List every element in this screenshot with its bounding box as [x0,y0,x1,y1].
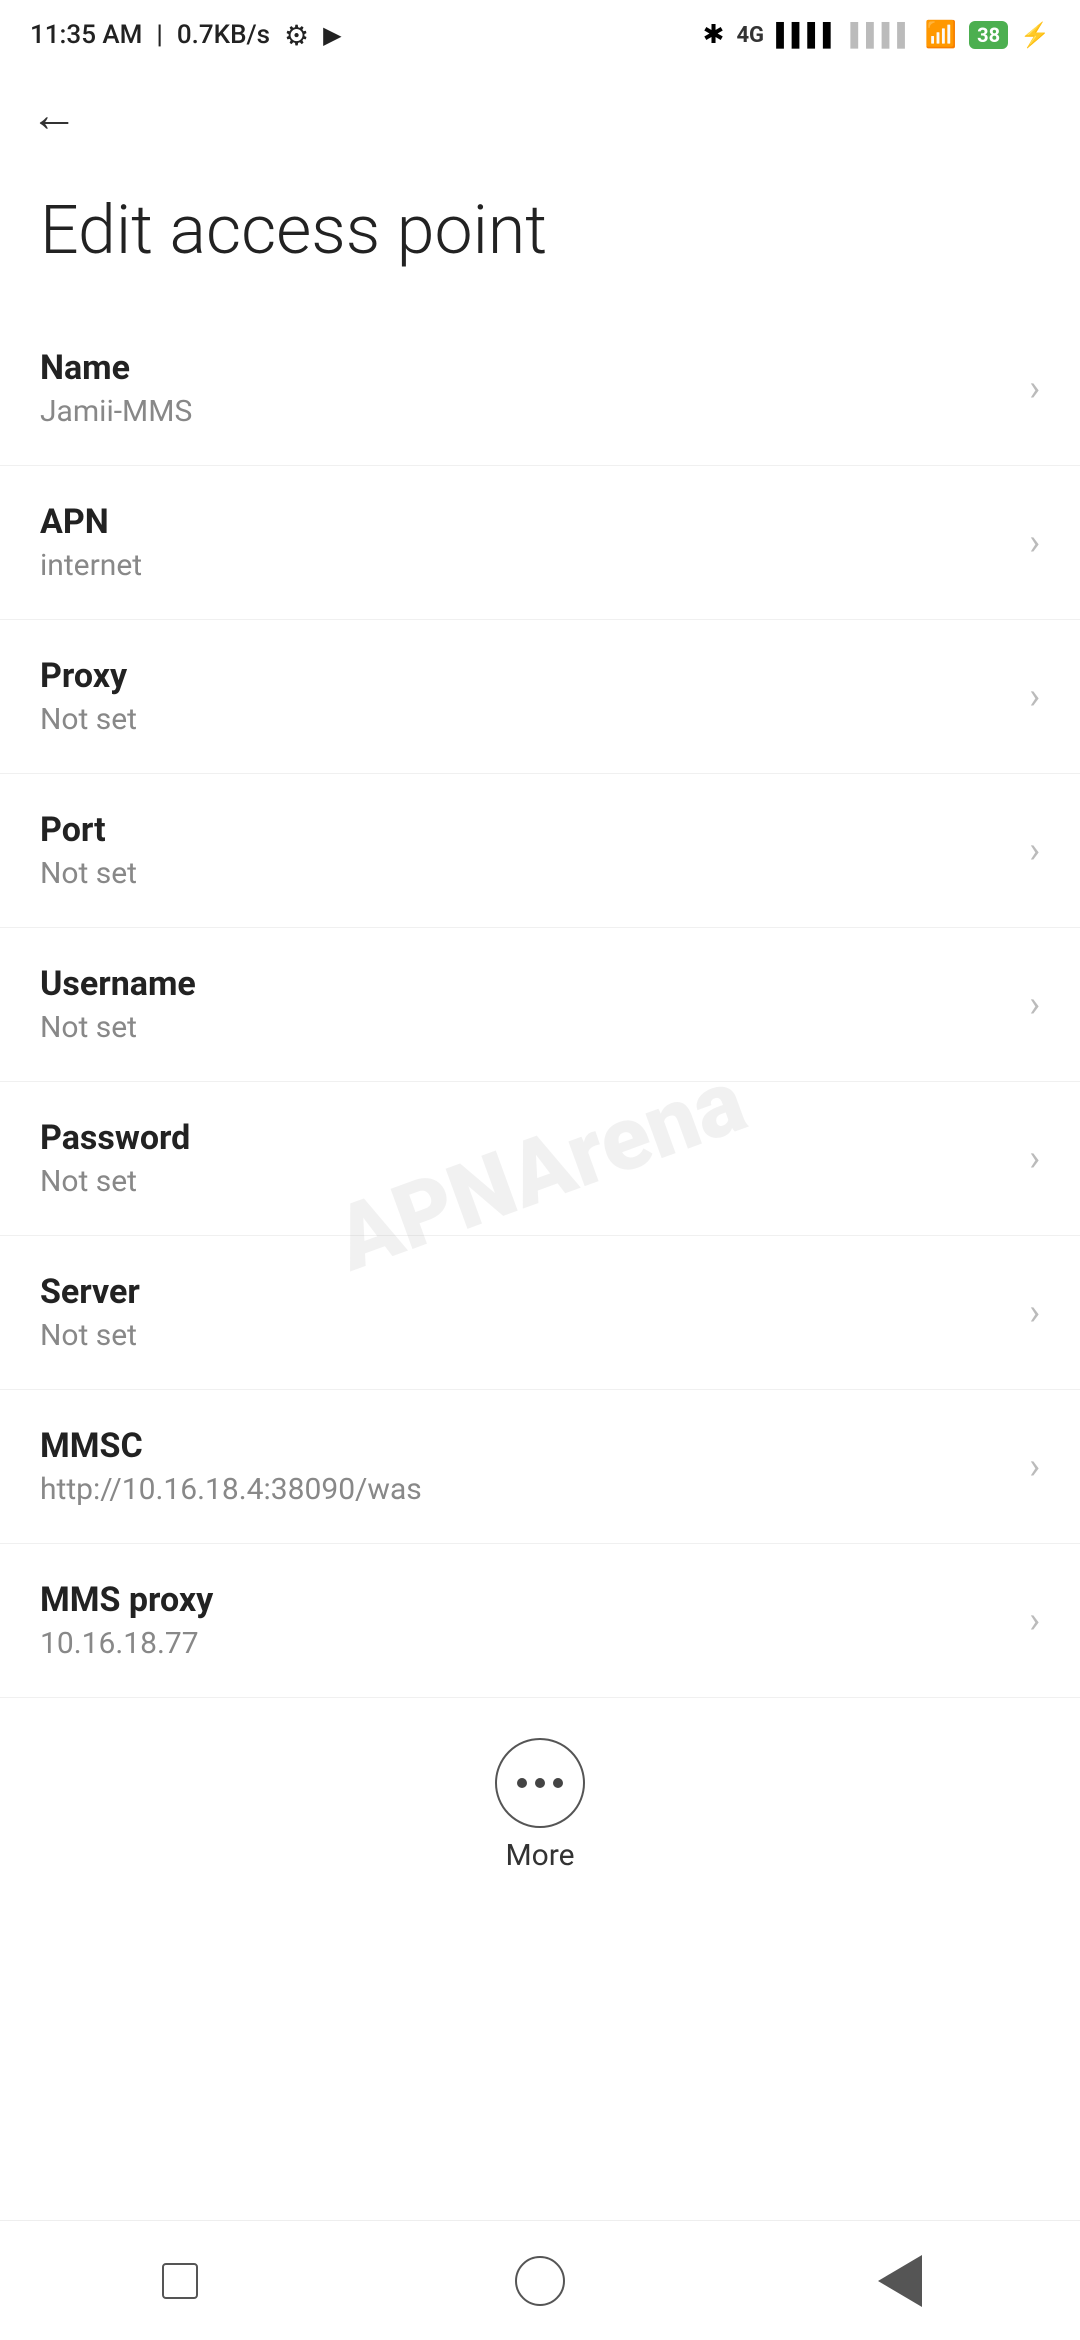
settings-label-mms-proxy: MMS proxy [40,1580,1009,1620]
settings-item-server-content: Server Not set [40,1272,1009,1353]
settings-item-server[interactable]: Server Not set › [0,1236,1080,1390]
settings-label-username: Username [40,964,1009,1004]
settings-item-proxy-content: Proxy Not set [40,656,1009,737]
chevron-mms-proxy-icon: › [1029,1599,1040,1641]
settings-label-mmsc: MMSC [40,1426,1009,1466]
nav-recents-button[interactable] [145,2246,215,2316]
chevron-mmsc-icon: › [1029,1445,1040,1487]
page-title: Edit access point [40,190,1040,272]
more-label: More [505,1838,574,1873]
settings-item-port[interactable]: Port Not set › [0,774,1080,928]
chevron-name-icon: › [1029,367,1040,409]
more-button-section: More [0,1698,1080,1893]
dot-2 [535,1778,545,1788]
settings-value-server: Not set [40,1318,1009,1353]
nav-recents-icon [162,2263,198,2299]
page-title-section: Edit access point [0,160,1080,312]
chevron-proxy-icon: › [1029,675,1040,717]
settings-value-apn: internet [40,548,1009,583]
settings-list: Name Jamii-MMS › APN internet › Proxy No… [0,312,1080,1698]
settings-label-password: Password [40,1118,1009,1158]
signal-4g-icon: 4G [736,23,764,48]
chevron-apn-icon: › [1029,521,1040,563]
settings-value-port: Not set [40,856,1009,891]
settings-item-proxy[interactable]: Proxy Not set › [0,620,1080,774]
signal-bars2-icon: ▌▌▌▌ [850,22,912,48]
video-icon: ▶ [323,21,341,49]
chevron-username-icon: › [1029,983,1040,1025]
settings-item-apn-content: APN internet [40,502,1009,583]
chevron-port-icon: › [1029,829,1040,871]
status-right: ✱ 4G ▌▌▌▌ ▌▌▌▌ 📶 38 ⚡ [703,20,1050,50]
settings-label-name: Name [40,348,1009,388]
dot-1 [517,1778,527,1788]
back-button[interactable]: ← [30,91,78,139]
status-network-speed: 0.7KB/s [177,20,270,50]
settings-item-name[interactable]: Name Jamii-MMS › [0,312,1080,466]
status-speed: | [156,20,162,50]
nav-home-button[interactable] [505,2246,575,2316]
toolbar: ← [0,70,1080,160]
more-dots-icon [517,1778,563,1788]
settings-item-mmsc-content: MMSC http://10.16.18.4:38090/was [40,1426,1009,1507]
nav-back-button[interactable] [865,2246,935,2316]
nav-back-icon [878,2255,922,2307]
settings-icon: ⚙ [284,19,309,52]
settings-item-mms-proxy-content: MMS proxy 10.16.18.77 [40,1580,1009,1661]
status-bar: 11:35 AM | 0.7KB/s ⚙ ▶ ✱ 4G ▌▌▌▌ ▌▌▌▌ 📶 … [0,0,1080,70]
charging-icon: ⚡ [1020,21,1050,49]
settings-label-apn: APN [40,502,1009,542]
nav-bar [0,2220,1080,2340]
chevron-server-icon: › [1029,1291,1040,1333]
settings-item-name-content: Name Jamii-MMS [40,348,1009,429]
battery-indicator: 38 [969,21,1008,49]
settings-label-proxy: Proxy [40,656,1009,696]
settings-item-port-content: Port Not set [40,810,1009,891]
settings-label-port: Port [40,810,1009,850]
settings-value-mms-proxy: 10.16.18.77 [40,1626,1009,1661]
nav-home-icon [515,2256,565,2306]
settings-item-mmsc[interactable]: MMSC http://10.16.18.4:38090/was › [0,1390,1080,1544]
settings-value-mmsc: http://10.16.18.4:38090/was [40,1472,1009,1507]
status-left: 11:35 AM | 0.7KB/s ⚙ ▶ [30,19,342,52]
settings-item-password-content: Password Not set [40,1118,1009,1199]
wifi-icon: 📶 [925,20,957,50]
settings-value-password: Not set [40,1164,1009,1199]
more-button[interactable] [495,1738,585,1828]
signal-bars-icon: ▌▌▌▌ [776,22,838,48]
settings-item-mms-proxy[interactable]: MMS proxy 10.16.18.77 › [0,1544,1080,1698]
settings-item-password[interactable]: Password Not set › [0,1082,1080,1236]
settings-label-server: Server [40,1272,1009,1312]
status-time: 11:35 AM [30,20,142,50]
settings-value-proxy: Not set [40,702,1009,737]
settings-value-username: Not set [40,1010,1009,1045]
settings-item-username[interactable]: Username Not set › [0,928,1080,1082]
dot-3 [553,1778,563,1788]
chevron-password-icon: › [1029,1137,1040,1179]
settings-value-name: Jamii-MMS [40,394,1009,429]
bluetooth-icon: ✱ [703,20,725,50]
settings-item-username-content: Username Not set [40,964,1009,1045]
settings-item-apn[interactable]: APN internet › [0,466,1080,620]
